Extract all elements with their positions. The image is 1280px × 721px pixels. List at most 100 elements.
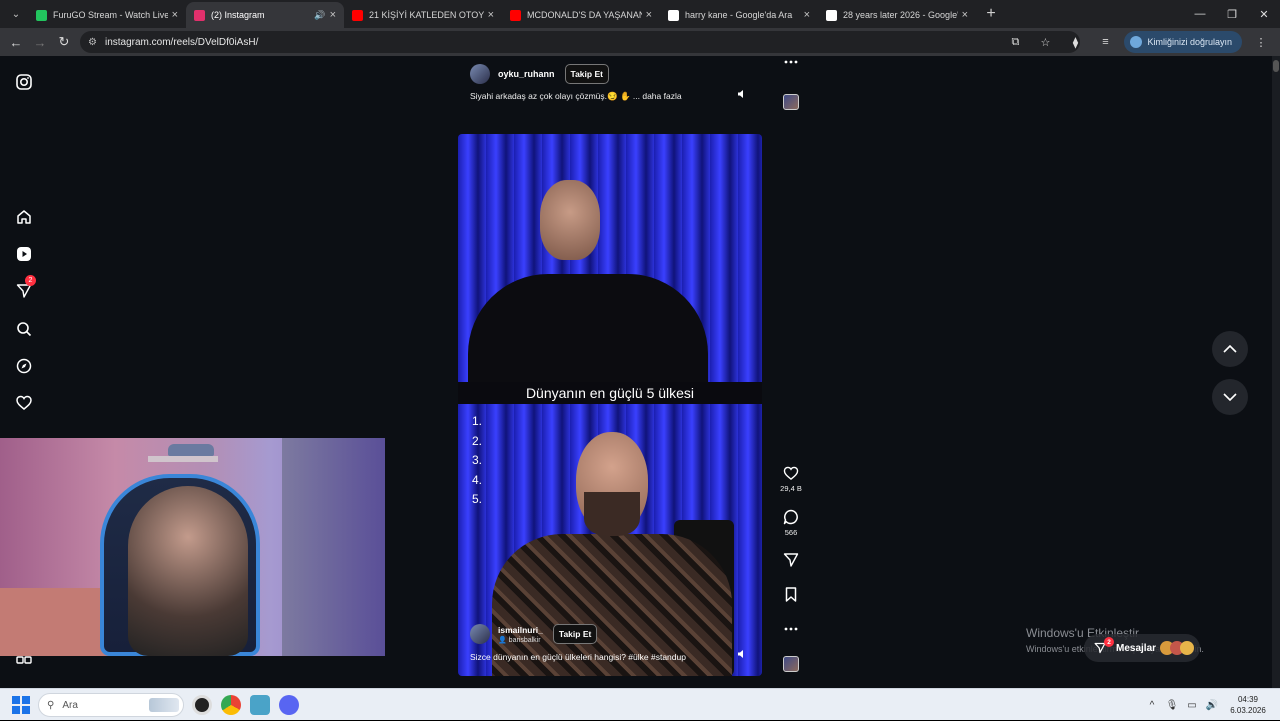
tab-close-icon[interactable]: ×: [962, 9, 968, 21]
tab-title: 21 KİŞİYİ KATLEDEN OTOYOL K: [369, 10, 484, 20]
start-button[interactable]: [12, 696, 30, 714]
browser-tab[interactable]: harry kane - Google'da Ara ×: [660, 2, 818, 28]
display-icon[interactable]: ▭: [1182, 700, 1202, 711]
share-icon[interactable]: [776, 552, 806, 571]
browser-tab[interactable]: MCDONALD'S DA YAŞANAN K ×: [502, 2, 660, 28]
messages-label: Mesajlar: [1116, 642, 1157, 654]
new-tab-button[interactable]: +: [980, 5, 1002, 23]
tab-favicon-icon: [510, 9, 521, 21]
audio-thumbnail[interactable]: [783, 656, 799, 672]
taskbar-search[interactable]: ⚲ Ara: [38, 693, 184, 717]
reload-button[interactable]: ↻: [52, 34, 76, 50]
speaker-2-beard: [584, 492, 640, 536]
instagram-page: 2 oyku_ruhann Takip Et Siyahi arkadaş az…: [0, 56, 1280, 688]
microphone-icon[interactable]: 🎙: [1162, 700, 1182, 711]
collab-user[interactable]: 👤 barisbalkir: [498, 636, 543, 644]
tab-favicon-icon: [352, 9, 363, 21]
search-icon[interactable]: [14, 319, 34, 339]
comment-button[interactable]: 566: [776, 509, 806, 537]
show-hidden-icons-icon[interactable]: ^: [1142, 700, 1162, 711]
tab-close-icon[interactable]: ×: [804, 9, 810, 21]
follow-button[interactable]: Takip Et: [564, 64, 609, 84]
next-reel-button[interactable]: [1212, 379, 1248, 415]
browser-tab[interactable]: (2) Instagram 🔊 ×: [186, 2, 344, 28]
back-button[interactable]: ←: [4, 35, 28, 50]
forward-button[interactable]: →: [28, 35, 52, 50]
reel-caption[interactable]: Siyahi arkadaş az çok olayı çözmüş.😏 ✋ .…: [470, 91, 682, 102]
previous-reel-button[interactable]: [1212, 331, 1248, 367]
chevron-down-icon: [1223, 393, 1237, 401]
tab-title: harry kane - Google'da Ara: [685, 10, 793, 20]
browser-tab[interactable]: 21 KİŞİYİ KATLEDEN OTOYOL K ×: [344, 2, 502, 28]
clock[interactable]: 04:39 6.03.2026: [1222, 694, 1274, 716]
more-options-icon[interactable]: [776, 627, 806, 634]
rank-2: 2.: [472, 433, 483, 448]
speaker-icon[interactable]: 🔊: [1202, 700, 1222, 711]
install-app-icon[interactable]: ⧉: [1004, 36, 1026, 49]
tab-title: FuruGO Stream - Watch Live on: [53, 10, 168, 20]
browser-tab[interactable]: 28 years later 2026 - Google'da ×: [818, 2, 976, 28]
ranking-list: 1. 2. 3. 4. 5.: [472, 412, 482, 510]
volume-icon[interactable]: [734, 646, 750, 662]
profile-label: Kimliğinizi doğrulayın: [1147, 37, 1232, 47]
avatar[interactable]: [470, 624, 490, 644]
webcam-streamer: [128, 486, 248, 656]
tab-title: MCDONALD'S DA YAŞANAN K: [527, 10, 642, 20]
bookmark-star-icon[interactable]: ☆: [1034, 36, 1056, 49]
tab-audio-icon[interactable]: 🔊: [314, 10, 325, 21]
tab-close-icon[interactable]: ×: [646, 9, 652, 21]
browser-tab[interactable]: FuruGO Stream - Watch Live on ×: [28, 2, 186, 28]
avatar: [1180, 641, 1195, 655]
volume-icon[interactable]: [734, 86, 750, 102]
tab-close-icon[interactable]: ×: [330, 9, 336, 21]
maximize-button[interactable]: ❐: [1216, 0, 1248, 28]
close-window-button[interactable]: ✕: [1248, 0, 1280, 28]
minimize-button[interactable]: —: [1184, 0, 1216, 28]
video-top-panel: [458, 134, 762, 402]
home-icon[interactable]: [14, 207, 34, 227]
address-bar[interactable]: ⚙ instagram.com/reels/DVelDf0iAsH/: [80, 31, 1080, 53]
search-placeholder: Ara: [62, 699, 78, 711]
avatar[interactable]: [470, 64, 490, 84]
page-scrollbar[interactable]: [1272, 56, 1280, 688]
save-bookmark-icon[interactable]: [776, 587, 806, 605]
explore-icon[interactable]: [14, 356, 34, 376]
system-tray: ^ 🎙 ▭ 🔊 04:39 6.03.2026: [1142, 689, 1280, 721]
extensions-icon[interactable]: ⧫: [1064, 36, 1086, 49]
windows-taskbar: ⚲ Ara ^ 🎙 ▭ 🔊 04:39 6.03.2026: [0, 688, 1280, 720]
reels-icon[interactable]: [14, 244, 34, 264]
site-info-icon[interactable]: ⚙: [88, 37, 97, 48]
network-app-icon[interactable]: [250, 695, 270, 715]
tab-title: 28 years later 2026 - Google'da: [843, 10, 958, 20]
tab-close-icon[interactable]: ×: [488, 9, 494, 21]
messages-button[interactable]: 2 Mesajlar: [1084, 634, 1201, 662]
obs-app-icon[interactable]: [192, 695, 212, 715]
instagram-logo-icon[interactable]: [14, 72, 34, 92]
reel-video[interactable]: Dünyanın en güçlü 5 ülkesi 1. 2. 3. 4. 5…: [458, 134, 762, 676]
rank-4: 4.: [472, 472, 483, 487]
follow-button[interactable]: Takip Et: [552, 624, 598, 644]
tab-search-button[interactable]: ⌄: [4, 3, 28, 25]
scrollbar-thumb[interactable]: [1273, 60, 1279, 72]
username[interactable]: oyku_ruhann: [498, 69, 555, 79]
tab-close-icon[interactable]: ×: [172, 9, 178, 21]
reel-author: ismailnuri_ 👤 barisbalkir Takip Et: [470, 624, 598, 644]
discord-app-icon[interactable]: [279, 695, 299, 715]
url-text: instagram.com/reels/DVelDf0iAsH/: [104, 36, 259, 48]
webcam-wall: [282, 438, 385, 656]
notifications-heart-icon[interactable]: [14, 393, 34, 413]
browser-menu-icon[interactable]: ⋮: [1250, 36, 1272, 49]
audio-thumbnail[interactable]: [783, 94, 799, 110]
direct-messages-icon[interactable]: 2: [14, 275, 36, 301]
more-options-icon[interactable]: [776, 60, 806, 67]
rank-3: 3.: [472, 453, 483, 467]
notification-badge: 2: [25, 275, 36, 286]
webcam-overlay: [0, 438, 385, 656]
chrome-app-icon[interactable]: [221, 695, 241, 715]
like-button[interactable]: 29,4 B: [776, 466, 806, 493]
username[interactable]: ismailnuri_: [498, 625, 543, 636]
profile-verify-button[interactable]: Kimliğinizi doğrulayın: [1124, 31, 1242, 53]
reel-caption[interactable]: Sizce dünyanın en güçlü ülkeleri hangisi…: [470, 652, 686, 662]
reading-list-icon[interactable]: ≡: [1094, 36, 1116, 48]
collab-username: barisbalkir: [508, 636, 541, 644]
